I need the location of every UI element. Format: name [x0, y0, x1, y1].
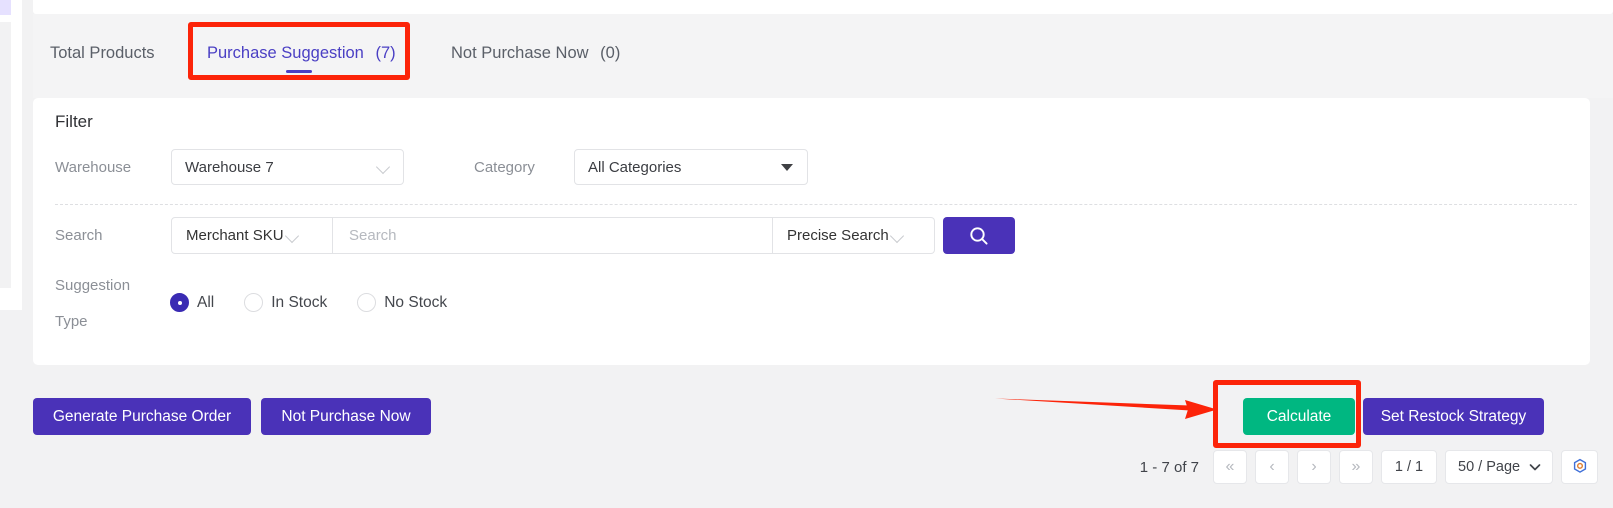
tab-total-products-label: Total Products [50, 44, 155, 62]
search-field-select-value: Merchant SKU [186, 227, 284, 244]
radio-no-stock-label: No Stock [384, 293, 448, 311]
category-select[interactable]: All Categories [574, 149, 808, 185]
pagination-next-button[interactable]: › [1297, 450, 1331, 484]
radio-no-stock-indicator [357, 293, 377, 312]
search-field-select[interactable]: Merchant SKU [171, 217, 333, 254]
search-input[interactable] [347, 226, 772, 245]
warehouse-label: Warehouse [55, 159, 132, 176]
tab-purchase-suggestion-count: (7) [375, 44, 396, 62]
radio-all-indicator [170, 293, 189, 312]
chevron-down-icon [889, 227, 907, 245]
filter-divider [55, 204, 1577, 205]
warehouse-select-value: Warehouse 7 [185, 158, 274, 176]
pagination-total: 1 - 7 of 7 [1139, 458, 1199, 476]
search-group: Merchant SKU Precise Search [171, 217, 1015, 254]
search-mode-select[interactable]: Precise Search [773, 217, 935, 254]
filter-title: Filter [55, 112, 93, 131]
tab-purchase-suggestion[interactable]: Purchase Suggestion (7) [207, 44, 396, 63]
generate-purchase-order-button[interactable]: Generate Purchase Order [33, 398, 251, 435]
pagination-last-button[interactable]: » [1339, 450, 1373, 484]
calculate-button[interactable]: Calculate [1243, 398, 1355, 435]
suggestion-type-label-line2: Type [55, 313, 88, 330]
pagination: 1 - 7 of 7 « ‹ › » 1 / 1 50 / Page [1140, 450, 1598, 484]
gear-icon [1573, 458, 1586, 473]
tab-not-purchase-now-label: Not Purchase Now [451, 44, 589, 62]
search-input-wrap [333, 217, 773, 254]
pagination-first-button[interactable]: « [1213, 450, 1247, 484]
radio-all[interactable]: All [170, 293, 214, 312]
tab-active-underline [286, 70, 312, 73]
left-rail-gap-lower [0, 310, 22, 508]
radio-all-label: All [197, 293, 215, 311]
search-label: Search [55, 227, 103, 244]
radio-no-stock[interactable]: No Stock [357, 293, 447, 312]
radio-in-stock[interactable]: In Stock [244, 293, 327, 312]
not-purchase-now-button[interactable]: Not Purchase Now [261, 398, 431, 435]
radio-in-stock-label: In Stock [271, 293, 328, 311]
tab-not-purchase-now-count: (0) [600, 44, 621, 62]
category-label: Category [474, 159, 535, 176]
pagination-current-page: 1 / 1 [1381, 450, 1437, 484]
tab-purchase-suggestion-label: Purchase Suggestion [207, 44, 364, 62]
page-size-value: 50 / Page [1458, 459, 1521, 475]
chevron-down-icon [375, 158, 393, 176]
left-accent-marker [0, 0, 11, 15]
pagination-settings-button[interactable] [1561, 450, 1598, 484]
suggestion-type-radio-group: All In Stock No Stock [170, 293, 477, 312]
tab-not-purchase-now[interactable]: Not Purchase Now (0) [451, 44, 620, 63]
category-select-value: All Categories [588, 158, 682, 176]
suggestion-type-label-line1: Suggestion [55, 277, 131, 294]
chevron-down-icon [284, 227, 302, 245]
tab-total-products[interactable]: Total Products [50, 44, 155, 63]
radio-in-stock-indicator [244, 293, 264, 312]
search-icon [970, 226, 988, 245]
warehouse-select[interactable]: Warehouse 7 [171, 149, 404, 185]
top-card-edge [33, 0, 1613, 14]
page-size-select[interactable]: 50 / Page [1445, 450, 1553, 484]
triangle-down-icon [781, 163, 793, 171]
chevron-down-icon [1529, 464, 1541, 471]
filter-card: Filter Warehouse Warehouse 7 Category Al… [33, 98, 1590, 365]
pagination-prev-button[interactable]: ‹ [1255, 450, 1289, 484]
tab-strip: Total Products Purchase Suggestion (7) N… [33, 14, 1613, 98]
left-rail-gap-upper [0, 22, 11, 288]
search-button[interactable] [943, 217, 1015, 254]
set-restock-strategy-button[interactable]: Set Restock Strategy [1363, 398, 1544, 435]
search-mode-select-value: Precise Search [787, 227, 889, 244]
